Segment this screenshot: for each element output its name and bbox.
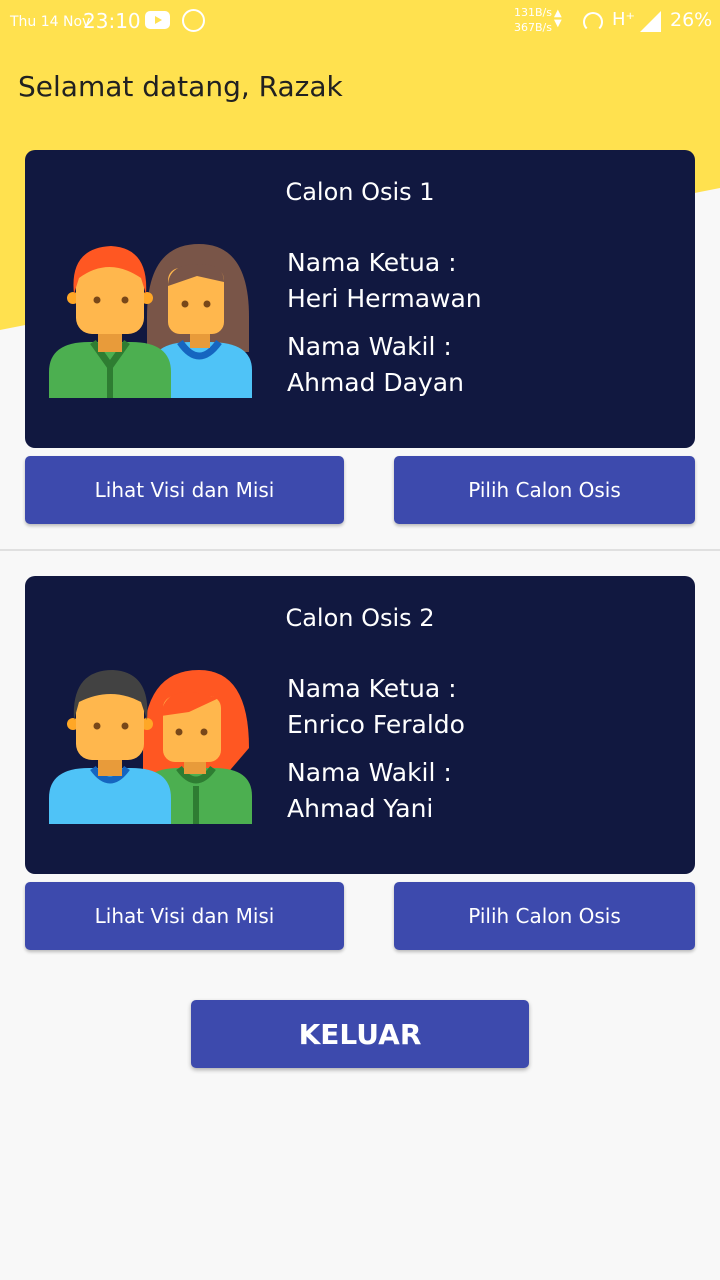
transfer-arrows-icon: ▲ ▼	[554, 8, 562, 29]
ketua-name: Heri Hermawan	[287, 284, 482, 313]
couple-avatar-icon	[49, 670, 252, 824]
ketua-label: Nama Ketua :	[287, 248, 457, 277]
candidate-title: Calon Osis 1	[285, 178, 435, 206]
choose-candidate-button-1[interactable]: Pilih Calon Osis	[394, 456, 695, 524]
ketua-label: Nama Ketua :	[287, 674, 457, 703]
youtube-icon	[145, 11, 170, 29]
view-vision-mission-button-2[interactable]: Lihat Visi dan Misi	[25, 882, 344, 950]
status-bar: Thu 14 Nov 23:10 131B/s 367B/s ▲ ▼ H⁺ 26%	[0, 0, 720, 44]
hotspot-icon	[583, 12, 603, 32]
wakil-label: Nama Wakil :	[287, 758, 452, 787]
ketua-name: Enrico Feraldo	[287, 710, 465, 739]
candidate-card-2: Calon Osis 2 Nama Ketua : Enrico Feraldo…	[25, 576, 695, 874]
network-type: H⁺	[612, 9, 636, 30]
choose-candidate-button-2[interactable]: Pilih Calon Osis	[394, 882, 695, 950]
section-divider	[0, 549, 720, 551]
speed-down: 367B/s	[514, 21, 552, 34]
speed-up: 131B/s	[514, 6, 552, 19]
signal-icon	[640, 11, 661, 32]
wakil-label: Nama Wakil :	[287, 332, 452, 361]
whatsapp-icon	[182, 9, 205, 32]
network-speed: 131B/s 367B/s	[510, 5, 552, 35]
candidate-card-1: Calon Osis 1 Nama Ketua : Heri Hermawan …	[25, 150, 695, 448]
status-date: Thu 14 Nov	[10, 14, 91, 30]
wakil-name: Ahmad Dayan	[287, 368, 464, 397]
status-time: 23:10	[83, 9, 141, 33]
battery-level: 26%	[670, 9, 713, 31]
logout-button[interactable]: KELUAR	[191, 1000, 529, 1068]
greeting-title: Selamat datang, Razak	[18, 70, 343, 103]
couple-avatar-icon	[49, 244, 252, 398]
view-vision-mission-button-1[interactable]: Lihat Visi dan Misi	[25, 456, 344, 524]
candidate-title: Calon Osis 2	[285, 604, 435, 632]
wakil-name: Ahmad Yani	[287, 794, 434, 823]
